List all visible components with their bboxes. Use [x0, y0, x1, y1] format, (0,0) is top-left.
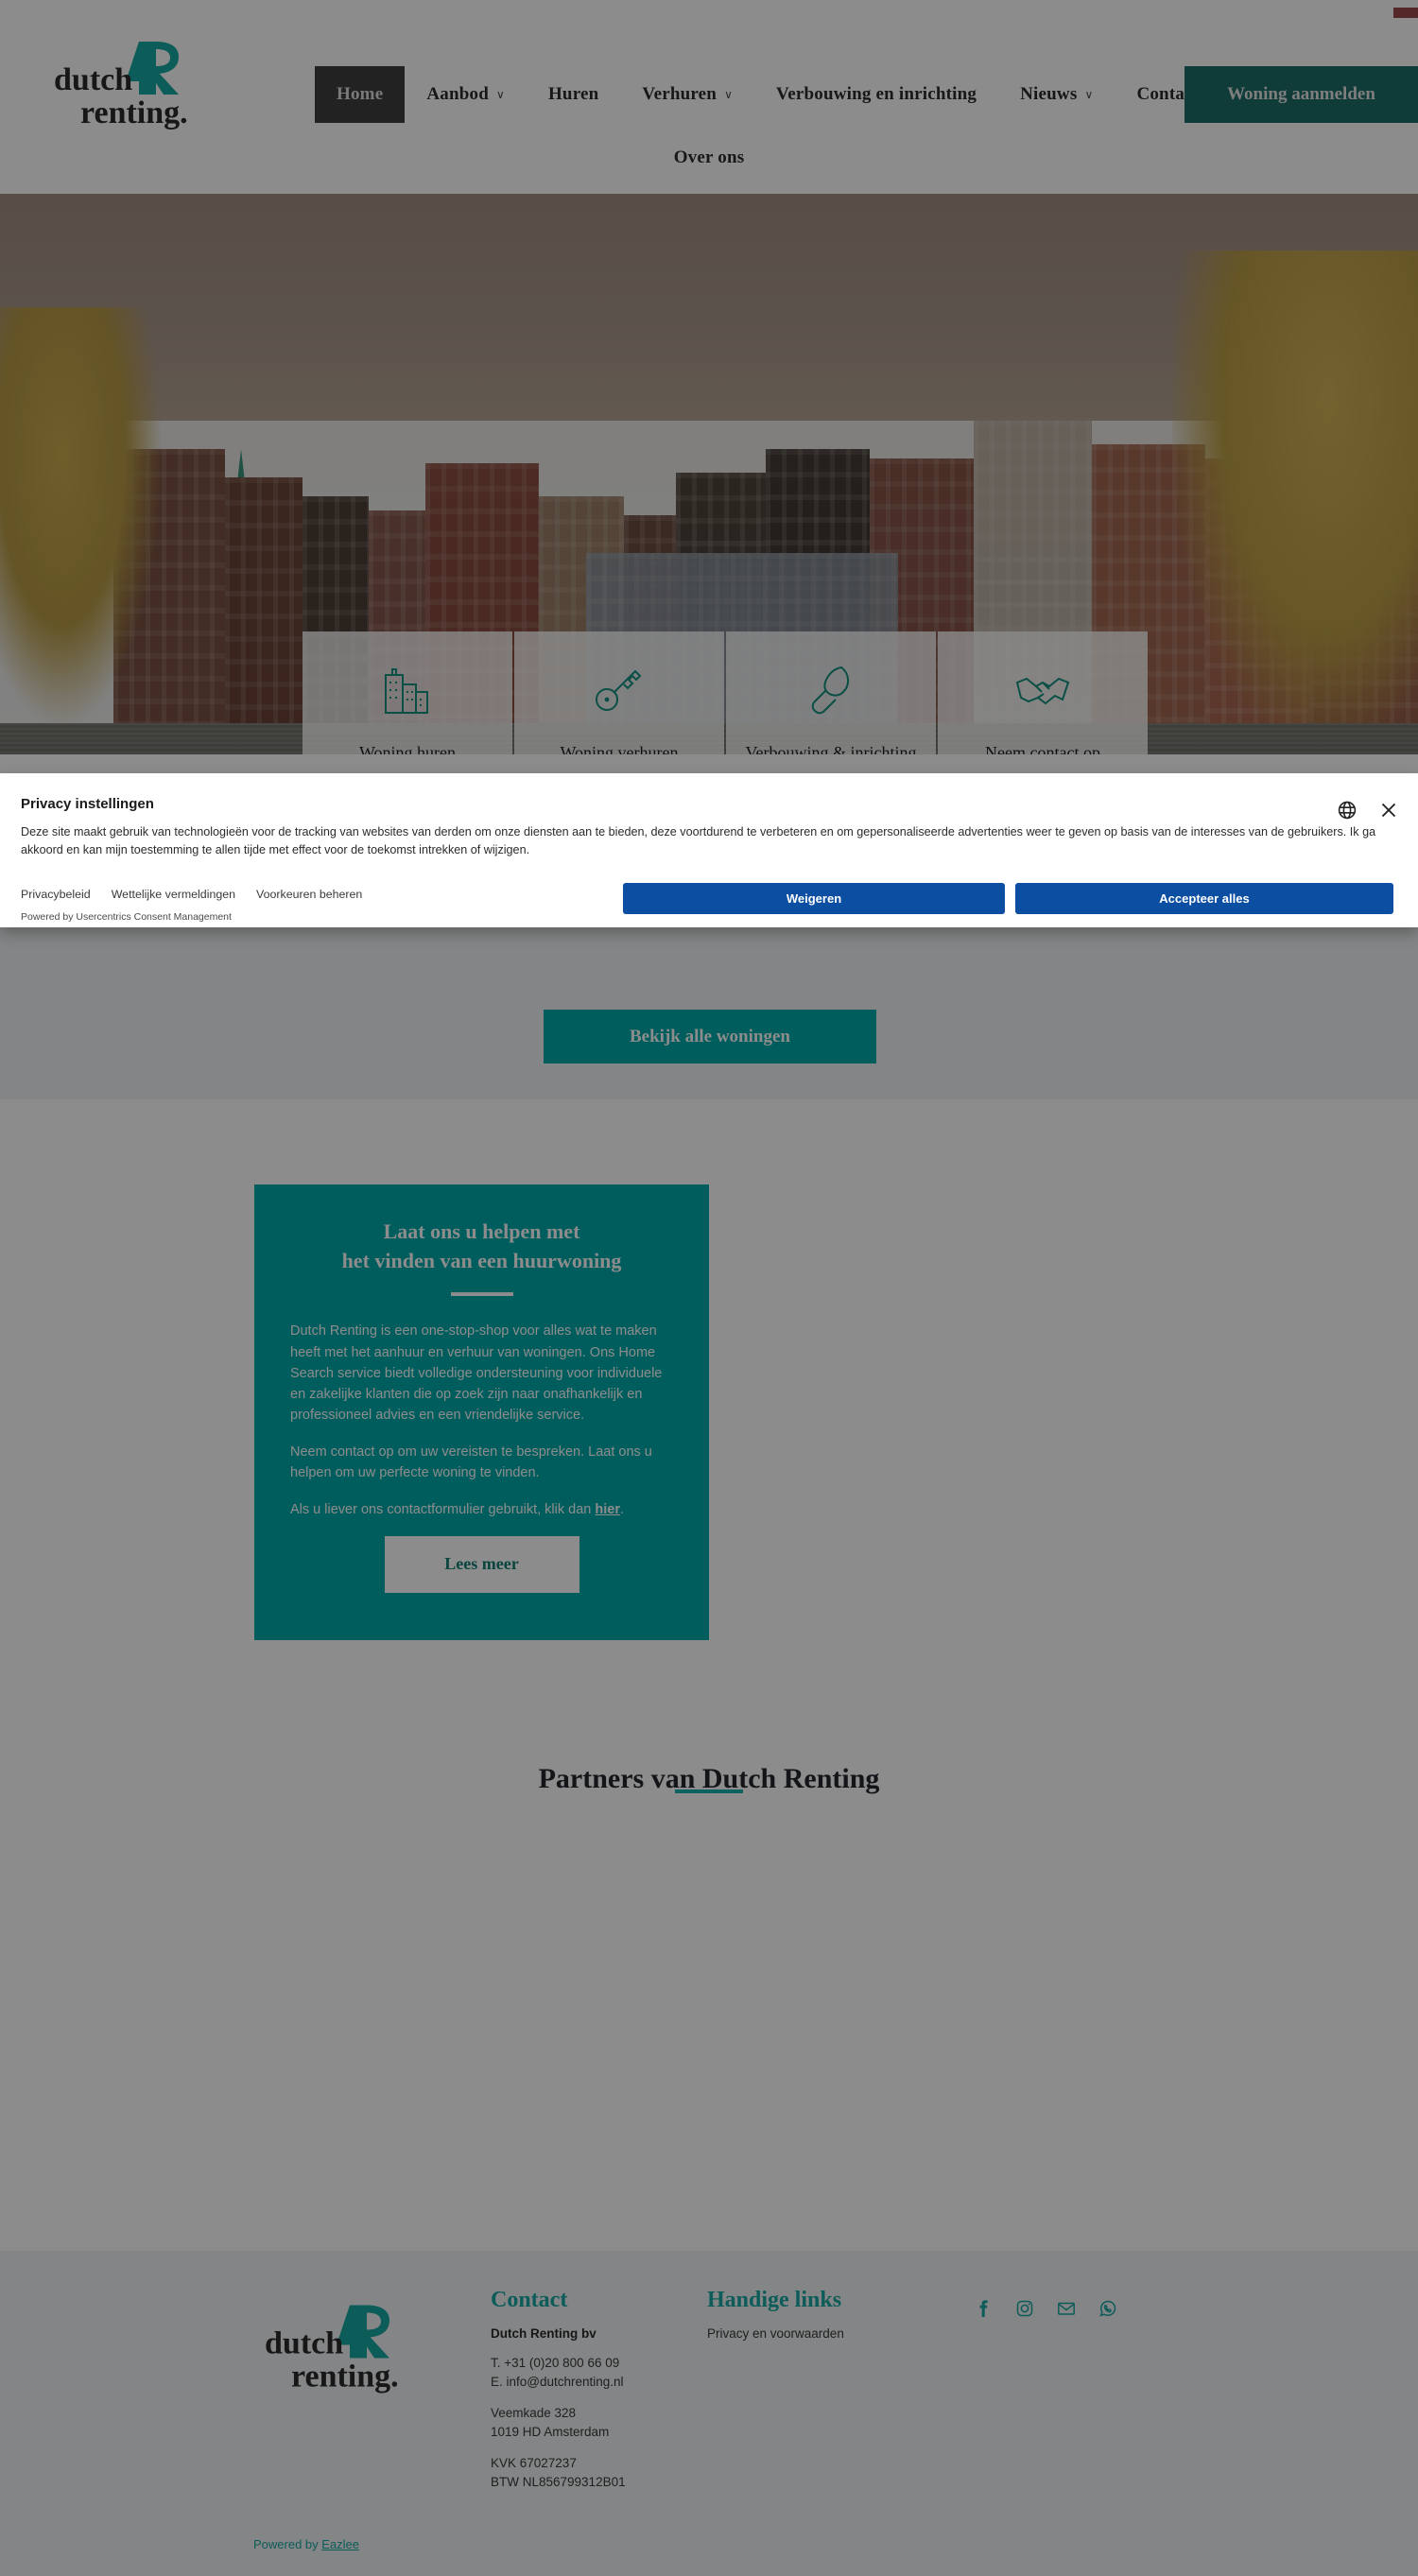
handshake-icon	[1013, 660, 1072, 718]
corner-marker	[1393, 8, 1418, 18]
whatsapp-icon[interactable]	[1098, 2299, 1117, 2318]
hero-card-label: Woning huren	[358, 743, 457, 754]
footer-logo[interactable]: dutch renting.	[263, 2297, 438, 2396]
footer-city: 1019 HD Amsterdam	[491, 2424, 610, 2439]
buildings-icon	[378, 660, 437, 718]
key-icon	[590, 660, 648, 718]
consent-link-voorkeuren-beheren[interactable]: Voorkeuren beheren	[256, 888, 362, 901]
nav-label: Home	[337, 84, 384, 104]
hero-card-label: Verbouwing & inrichting	[745, 743, 917, 754]
footer-phone[interactable]: T. +31 (0)20 800 66 09	[491, 2354, 708, 2373]
hero-card-woning-huren[interactable]: Woning huren	[303, 631, 512, 754]
consent-powered-by: Powered by Usercentrics Consent Manageme…	[21, 911, 232, 923]
site-header: dutch renting. Home Aanbod ∨ Huren Verhu…	[0, 0, 1418, 194]
nav-item-over-ons[interactable]: Over ons	[652, 137, 767, 179]
partners-section	[0, 1665, 1418, 2251]
footer-contact-heading: Contact	[491, 2288, 568, 2312]
chevron-down-icon: ∨	[1084, 87, 1094, 101]
chevron-down-icon: ∨	[724, 87, 734, 101]
nav-item-nieuws[interactable]: Nieuws ∨	[998, 66, 1115, 123]
secondary-navigation: Over ons	[0, 137, 1418, 179]
chevron-down-icon: ∨	[495, 87, 505, 101]
primary-navigation: Home Aanbod ∨ Huren Verhuren ∨ Verbouwin…	[315, 66, 1220, 123]
hero-section: Woning huren Woning verhuren Verbouwing …	[0, 194, 1418, 754]
nav-item-home[interactable]: Home	[315, 66, 406, 123]
globe-icon[interactable]	[1337, 800, 1357, 825]
lees-meer-button[interactable]: Lees meer	[384, 1535, 579, 1593]
trowel-icon	[802, 660, 860, 718]
hero-card-woning-verhuren[interactable]: Woning verhuren	[514, 631, 724, 754]
nav-label: Verhuren	[642, 84, 718, 104]
eazlee-link[interactable]: Eazlee	[321, 2537, 359, 2551]
hero-card-label: Neem contact op	[985, 743, 1100, 754]
nav-cta-label: Woning aanmelden	[1227, 84, 1375, 104]
nav-label: Aanbod	[426, 84, 489, 104]
facebook-icon[interactable]	[974, 2299, 993, 2318]
instagram-icon[interactable]	[1015, 2299, 1034, 2318]
svg-text:dutch: dutch	[54, 62, 132, 97]
help-button-label: Lees meer	[444, 1554, 519, 1574]
svg-text:dutch: dutch	[265, 2326, 343, 2361]
bekijk-alle-woningen-button[interactable]: Bekijk alle woningen	[544, 1010, 876, 1063]
nav-label: Huren	[547, 84, 599, 104]
help-card-body: Dutch Renting is een one-stop-shop voor …	[290, 1321, 673, 1519]
help-section	[0, 1099, 1418, 1665]
weigeren-button[interactable]: Weigeren	[623, 883, 1005, 914]
footer-company-name: Dutch Renting bv	[491, 2326, 597, 2341]
nav-label: Nieuws	[1020, 84, 1078, 104]
accepteer-alles-button[interactable]: Accepteer alles	[1015, 883, 1393, 914]
view-all-label: Bekijk alle woningen	[630, 1026, 790, 1046]
help-paragraph-1: Dutch Renting is een one-stop-shop voor …	[290, 1323, 663, 1423]
consent-icon-group	[1337, 800, 1399, 825]
hero-quick-links: Woning huren Woning verhuren Verbouwing …	[303, 631, 1148, 754]
privacy-consent-banner: Privacy instellingen Deze site maakt geb…	[0, 773, 1418, 927]
footer-links-column: Handige links Privacy en voorwaarden	[707, 2288, 962, 2341]
svg-text:renting.: renting.	[80, 95, 188, 130]
svg-text:renting.: renting.	[291, 2360, 399, 2394]
nav-item-verbouwing-en-inrichting[interactable]: Verbouwing en inrichting	[754, 66, 998, 123]
help-title-line-2: het vinden van een huurwoning	[341, 1249, 622, 1273]
nav-label: Verbouwing en inrichting	[776, 84, 977, 104]
contactformulier-link[interactable]: hier	[595, 1502, 620, 1517]
footer-email[interactable]: E. info@dutchrenting.nl	[491, 2373, 708, 2392]
consent-links: Privacybeleid Wettelijke vermeldingen Vo…	[21, 888, 362, 901]
help-paragraph-3: Als u liever ons contactformulier gebrui…	[290, 1499, 673, 1520]
footer-contact-column: Contact Dutch Renting bv T. +31 (0)20 80…	[491, 2288, 708, 2491]
hero-card-label: Woning verhuren	[560, 743, 679, 754]
close-icon[interactable]	[1378, 800, 1399, 825]
footer-social-links	[974, 2299, 1117, 2318]
help-p3-before: Als u liever ons contactformulier gebrui…	[290, 1501, 596, 1517]
site-logo[interactable]: dutch renting.	[52, 36, 227, 130]
nav-item-huren[interactable]: Huren	[527, 66, 620, 123]
divider	[675, 1789, 743, 1793]
email-icon[interactable]	[1057, 2299, 1076, 2318]
consent-title: Privacy instellingen	[21, 796, 154, 812]
hero-card-verbouwing-inrichting[interactable]: Verbouwing & inrichting	[726, 631, 936, 754]
hero-card-neem-contact-op[interactable]: Neem contact op	[938, 631, 1148, 754]
powered-by-eazlee: Powered by Eazlee	[253, 2537, 359, 2551]
nav-item-aanbod[interactable]: Aanbod ∨	[405, 66, 527, 123]
help-title-line-1: Laat ons u helpen met	[383, 1219, 580, 1243]
consent-link-privacybeleid[interactable]: Privacybeleid	[21, 888, 91, 901]
help-card: Laat ons u helpen met het vinden van een…	[254, 1184, 709, 1640]
powered-prefix: Powered by	[253, 2537, 322, 2551]
consent-body-text: Deze site maakt gebruik van technologieë…	[21, 825, 1376, 856]
nav-item-verhuren[interactable]: Verhuren ∨	[620, 66, 754, 123]
footer-street: Veemkade 328	[491, 2406, 577, 2421]
help-p3-after: .	[619, 1501, 624, 1517]
nav-label: Over ons	[673, 147, 745, 167]
footer-kvk: KVK 67027237	[491, 2456, 577, 2471]
woning-aanmelden-button[interactable]: Woning aanmelden	[1185, 66, 1418, 123]
footer-links-heading: Handige links	[707, 2288, 842, 2312]
consent-link-wettelijke-vermeldingen[interactable]: Wettelijke vermeldingen	[112, 888, 235, 901]
help-paragraph-2: Neem contact op om uw vereisten te bespr…	[290, 1444, 652, 1480]
footer-link-privacy-en-voorwaarden[interactable]: Privacy en voorwaarden	[707, 2326, 962, 2341]
footer-btw: BTW NL856799312B01	[491, 2474, 626, 2489]
divider	[450, 1292, 513, 1297]
help-card-title: Laat ons u helpen met het vinden van een…	[290, 1217, 673, 1275]
